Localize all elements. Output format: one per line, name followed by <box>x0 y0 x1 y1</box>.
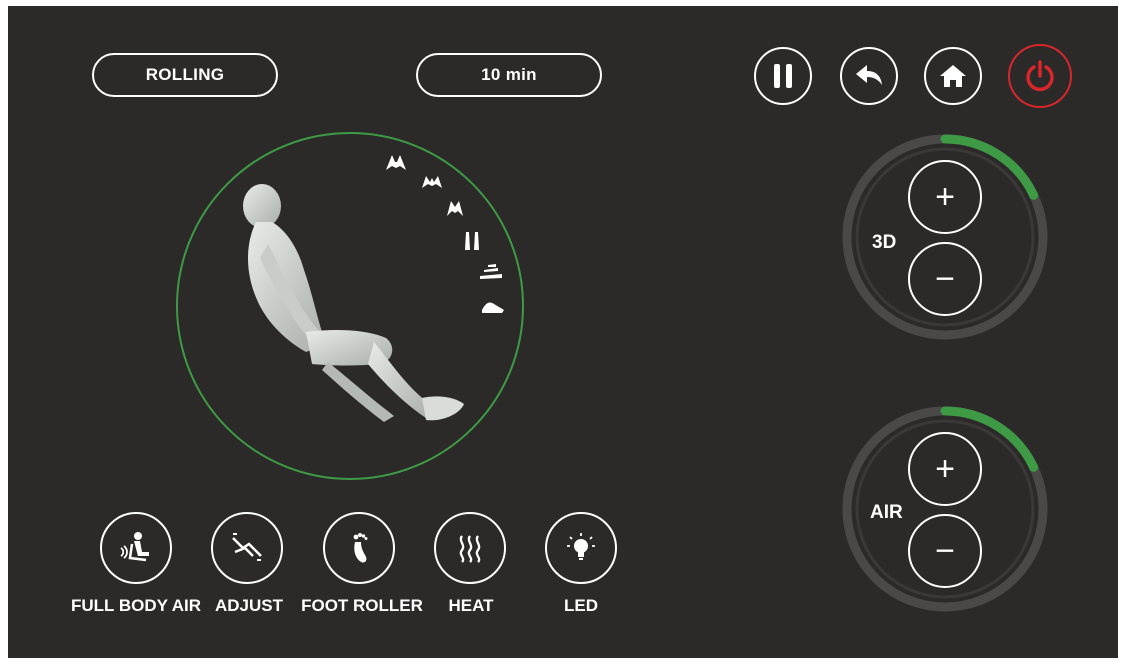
heat-button[interactable] <box>434 512 506 584</box>
timer-label: 10 min <box>481 65 537 84</box>
foot-roller-label: FOOT ROLLER <box>301 596 423 615</box>
adjust-recline-icon <box>232 533 262 561</box>
shoulders-icon[interactable] <box>384 152 408 172</box>
mid-back-icon[interactable] <box>444 198 466 218</box>
3d-decrease-button[interactable]: − <box>908 242 982 316</box>
led-label: LED <box>564 596 598 615</box>
3d-increase-button[interactable]: + <box>908 160 982 234</box>
waist-icon[interactable] <box>478 264 504 280</box>
heat-label: HEAT <box>448 596 494 615</box>
foot-roller-button[interactable] <box>323 512 395 584</box>
adjust-button[interactable] <box>211 512 283 584</box>
home-button[interactable] <box>924 47 982 105</box>
power-button[interactable] <box>1008 44 1072 108</box>
led-button[interactable] <box>545 512 617 584</box>
mode-button[interactable]: ROLLING <box>92 53 278 97</box>
plus-icon: + <box>935 450 955 488</box>
plus-icon: + <box>935 178 955 216</box>
upper-back-icon[interactable] <box>420 172 444 190</box>
full-body-air-label: FULL BODY AIR <box>70 596 202 615</box>
pause-icon <box>774 64 792 88</box>
air-dial: + − AIR <box>840 404 1050 614</box>
home-icon <box>940 65 966 87</box>
adjust-label: ADJUST <box>214 596 284 615</box>
mode-label: ROLLING <box>145 65 225 84</box>
foot-icon <box>353 533 368 563</box>
power-icon <box>1026 60 1054 92</box>
heat-waves-icon <box>459 535 481 563</box>
legs-icon[interactable] <box>480 298 506 314</box>
lower-back-icon[interactable] <box>462 230 482 252</box>
full-body-air-button[interactable] <box>100 512 172 584</box>
3d-label: 3D <box>872 232 897 253</box>
light-bulb-icon <box>567 533 595 560</box>
air-label: AIR <box>870 502 903 523</box>
pause-button[interactable] <box>754 47 812 105</box>
air-increase-button[interactable]: + <box>908 432 982 506</box>
body-figure-icon <box>243 184 464 422</box>
back-arrow-icon <box>856 65 882 85</box>
seated-person-air-icon <box>120 532 149 562</box>
minus-icon: − <box>935 532 955 570</box>
massage-chair-screen: ROLLING 10 min + − 3D + − AIR FULL BODY … <box>8 6 1118 658</box>
3d-dial: + − 3D <box>840 132 1050 342</box>
air-decrease-button[interactable]: − <box>908 514 982 588</box>
minus-icon: − <box>935 260 955 298</box>
timer-button[interactable]: 10 min <box>416 53 602 97</box>
back-button[interactable] <box>840 47 898 105</box>
